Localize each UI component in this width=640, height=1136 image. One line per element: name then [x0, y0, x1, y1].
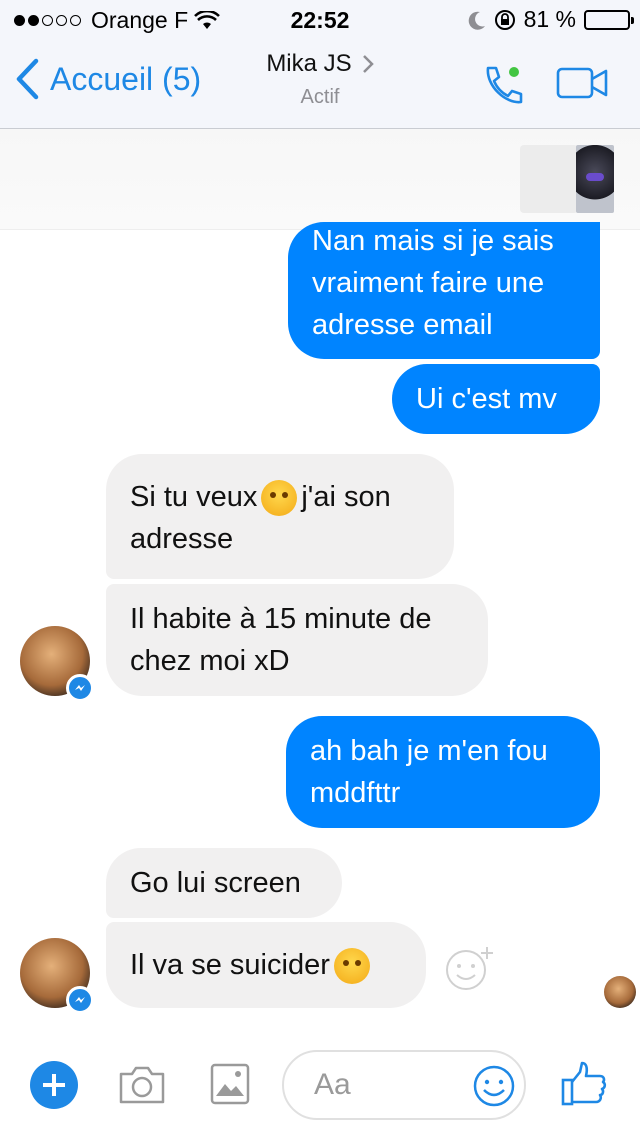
chat-head-avatar[interactable] — [576, 145, 614, 213]
video-camera-icon — [556, 67, 608, 99]
message-input-container[interactable] — [282, 1050, 526, 1120]
smiley-icon — [473, 1065, 515, 1107]
messenger-badge-icon — [66, 674, 94, 702]
message-text: Ui c'est mv — [416, 383, 557, 415]
chevron-right-icon — [362, 55, 374, 73]
message-text: Il habite à 15 minute de chez moi xD — [130, 603, 432, 677]
gallery-icon — [210, 1063, 250, 1105]
contact-status: Actif — [300, 86, 340, 108]
emoji-button[interactable] — [472, 1064, 516, 1113]
contact-name: Mika JS — [266, 50, 352, 77]
conversation-header: Accueil (5) Mika JS Actif — [0, 40, 640, 129]
read-receipt-avatar — [604, 976, 636, 1008]
contact-title[interactable]: Mika JS Actif — [0, 50, 640, 109]
message-text: Nan mais si je sais vraiment faire une a… — [312, 225, 554, 341]
battery-percentage: 81 % — [523, 6, 576, 32]
message-bubble-incoming[interactable]: Si tu veux j'ai son adresse — [106, 454, 454, 579]
message-bubble-incoming[interactable]: Il habite à 15 minute de chez moi xD — [106, 584, 488, 696]
composer-bar — [0, 1040, 640, 1136]
thumbs-up-icon — [561, 1061, 607, 1106]
disappointed-face-emoji — [333, 948, 370, 985]
phone-icon — [486, 66, 523, 104]
message-text: Il va se suicider — [130, 949, 330, 981]
active-chat-heads — [0, 129, 640, 230]
battery-icon — [584, 9, 634, 30]
chat-head-placeholder — [520, 145, 578, 213]
add-emoji-icon — [446, 947, 493, 990]
call-button[interactable] — [480, 62, 526, 113]
moon-icon — [468, 11, 485, 30]
status-bar: Orange F 22:52 81 % — [0, 0, 640, 40]
like-button[interactable] — [560, 1060, 608, 1113]
video-call-button[interactable] — [556, 66, 608, 105]
message-bubble-outgoing[interactable]: ah bah je m'en fou mddfttr — [286, 716, 600, 828]
add-reaction-button[interactable] — [444, 946, 496, 999]
gallery-button[interactable] — [210, 1062, 250, 1111]
message-bubble-outgoing[interactable]: Ui c'est mv — [392, 364, 600, 434]
camera-button[interactable] — [118, 1062, 166, 1111]
message-input[interactable] — [312, 1064, 466, 1106]
message-text: Si tu veux — [130, 481, 258, 513]
message-bubble-incoming[interactable]: Il va se suicider — [106, 922, 426, 1008]
camera-icon — [119, 1066, 165, 1104]
plus-icon[interactable] — [30, 1061, 78, 1109]
rotation-lock-icon — [494, 9, 515, 30]
message-bubble-incoming[interactable]: Go lui screen — [106, 848, 342, 918]
message-bubble-outgoing[interactable]: Nan mais si je sais vraiment faire une a… — [288, 222, 600, 359]
status-icons: 81 % — [468, 6, 634, 33]
message-text: ah bah je m'en fou mddfttr — [310, 735, 548, 809]
messenger-badge-icon — [66, 986, 94, 1014]
winking-face-emoji — [261, 480, 298, 517]
message-text: Go lui screen — [130, 867, 301, 899]
